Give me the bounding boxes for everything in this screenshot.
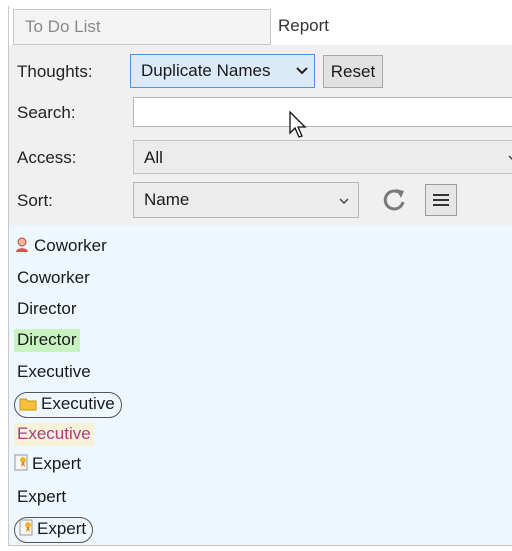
item-label: Expert [32, 454, 82, 473]
access-dropdown[interactable]: All [133, 140, 512, 174]
tab-to-do-list[interactable]: To Do List [13, 9, 271, 45]
thoughts-label: Thoughts: [17, 62, 93, 81]
list-item[interactable]: Expert [14, 517, 94, 543]
tab-bar: To Do List Report [9, 6, 512, 46]
item-label: Director [14, 329, 80, 352]
mouse-cursor-icon [289, 111, 307, 138]
sort-dropdown[interactable]: Name [133, 182, 359, 218]
chevron-down-icon [339, 198, 349, 205]
filter-panel: Thoughts: Duplicate Names Reset Search: … [9, 45, 512, 225]
thought-list: Coworker Coworker Director Director Exec… [9, 225, 512, 545]
menu-icon-bar [433, 204, 449, 206]
list-item[interactable]: Executive [14, 361, 94, 387]
list-item[interactable]: Director [14, 329, 80, 355]
person-icon [16, 237, 28, 252]
sort-value: Name [144, 190, 190, 209]
menu-icon-bar [433, 199, 449, 201]
certificate-icon [19, 519, 33, 536]
list-item[interactable]: Executive [14, 392, 122, 418]
thoughts-dropdown[interactable]: Duplicate Names [130, 54, 315, 88]
chevron-down-icon [296, 67, 308, 75]
app-window: To Do List Report Thoughts: Duplicate Na… [8, 6, 512, 546]
reset-button[interactable]: Reset [323, 55, 383, 88]
item-label: Expert [17, 487, 67, 506]
thoughts-value: Duplicate Names [141, 61, 271, 80]
list-item[interactable]: Director [14, 298, 80, 324]
chevron-down-icon [508, 155, 512, 161]
item-label: Coworker [34, 236, 107, 255]
access-value: All [144, 148, 163, 167]
tab-report[interactable]: Report [271, 9, 512, 45]
item-label: Coworker [17, 268, 90, 287]
menu-button[interactable] [425, 184, 457, 216]
sort-label: Sort: [17, 191, 53, 210]
list-item[interactable]: Executive [14, 423, 94, 449]
item-label: Expert [37, 519, 87, 538]
folder-icon [19, 398, 37, 411]
certificate-icon [14, 454, 28, 471]
search-input[interactable] [133, 97, 512, 127]
refresh-icon[interactable] [379, 185, 409, 215]
search-label: Search: [17, 103, 76, 122]
list-item[interactable]: Expert [14, 486, 69, 512]
list-item[interactable]: Coworker [14, 236, 107, 262]
list-item[interactable]: Coworker [14, 267, 93, 293]
menu-icon-bar [433, 194, 449, 196]
item-label: Director [17, 299, 77, 318]
item-label: Executive [17, 362, 91, 381]
list-item[interactable]: Expert [14, 454, 81, 480]
access-label: Access: [17, 148, 77, 167]
item-label: Executive [41, 394, 115, 413]
item-label: Executive [14, 423, 94, 446]
